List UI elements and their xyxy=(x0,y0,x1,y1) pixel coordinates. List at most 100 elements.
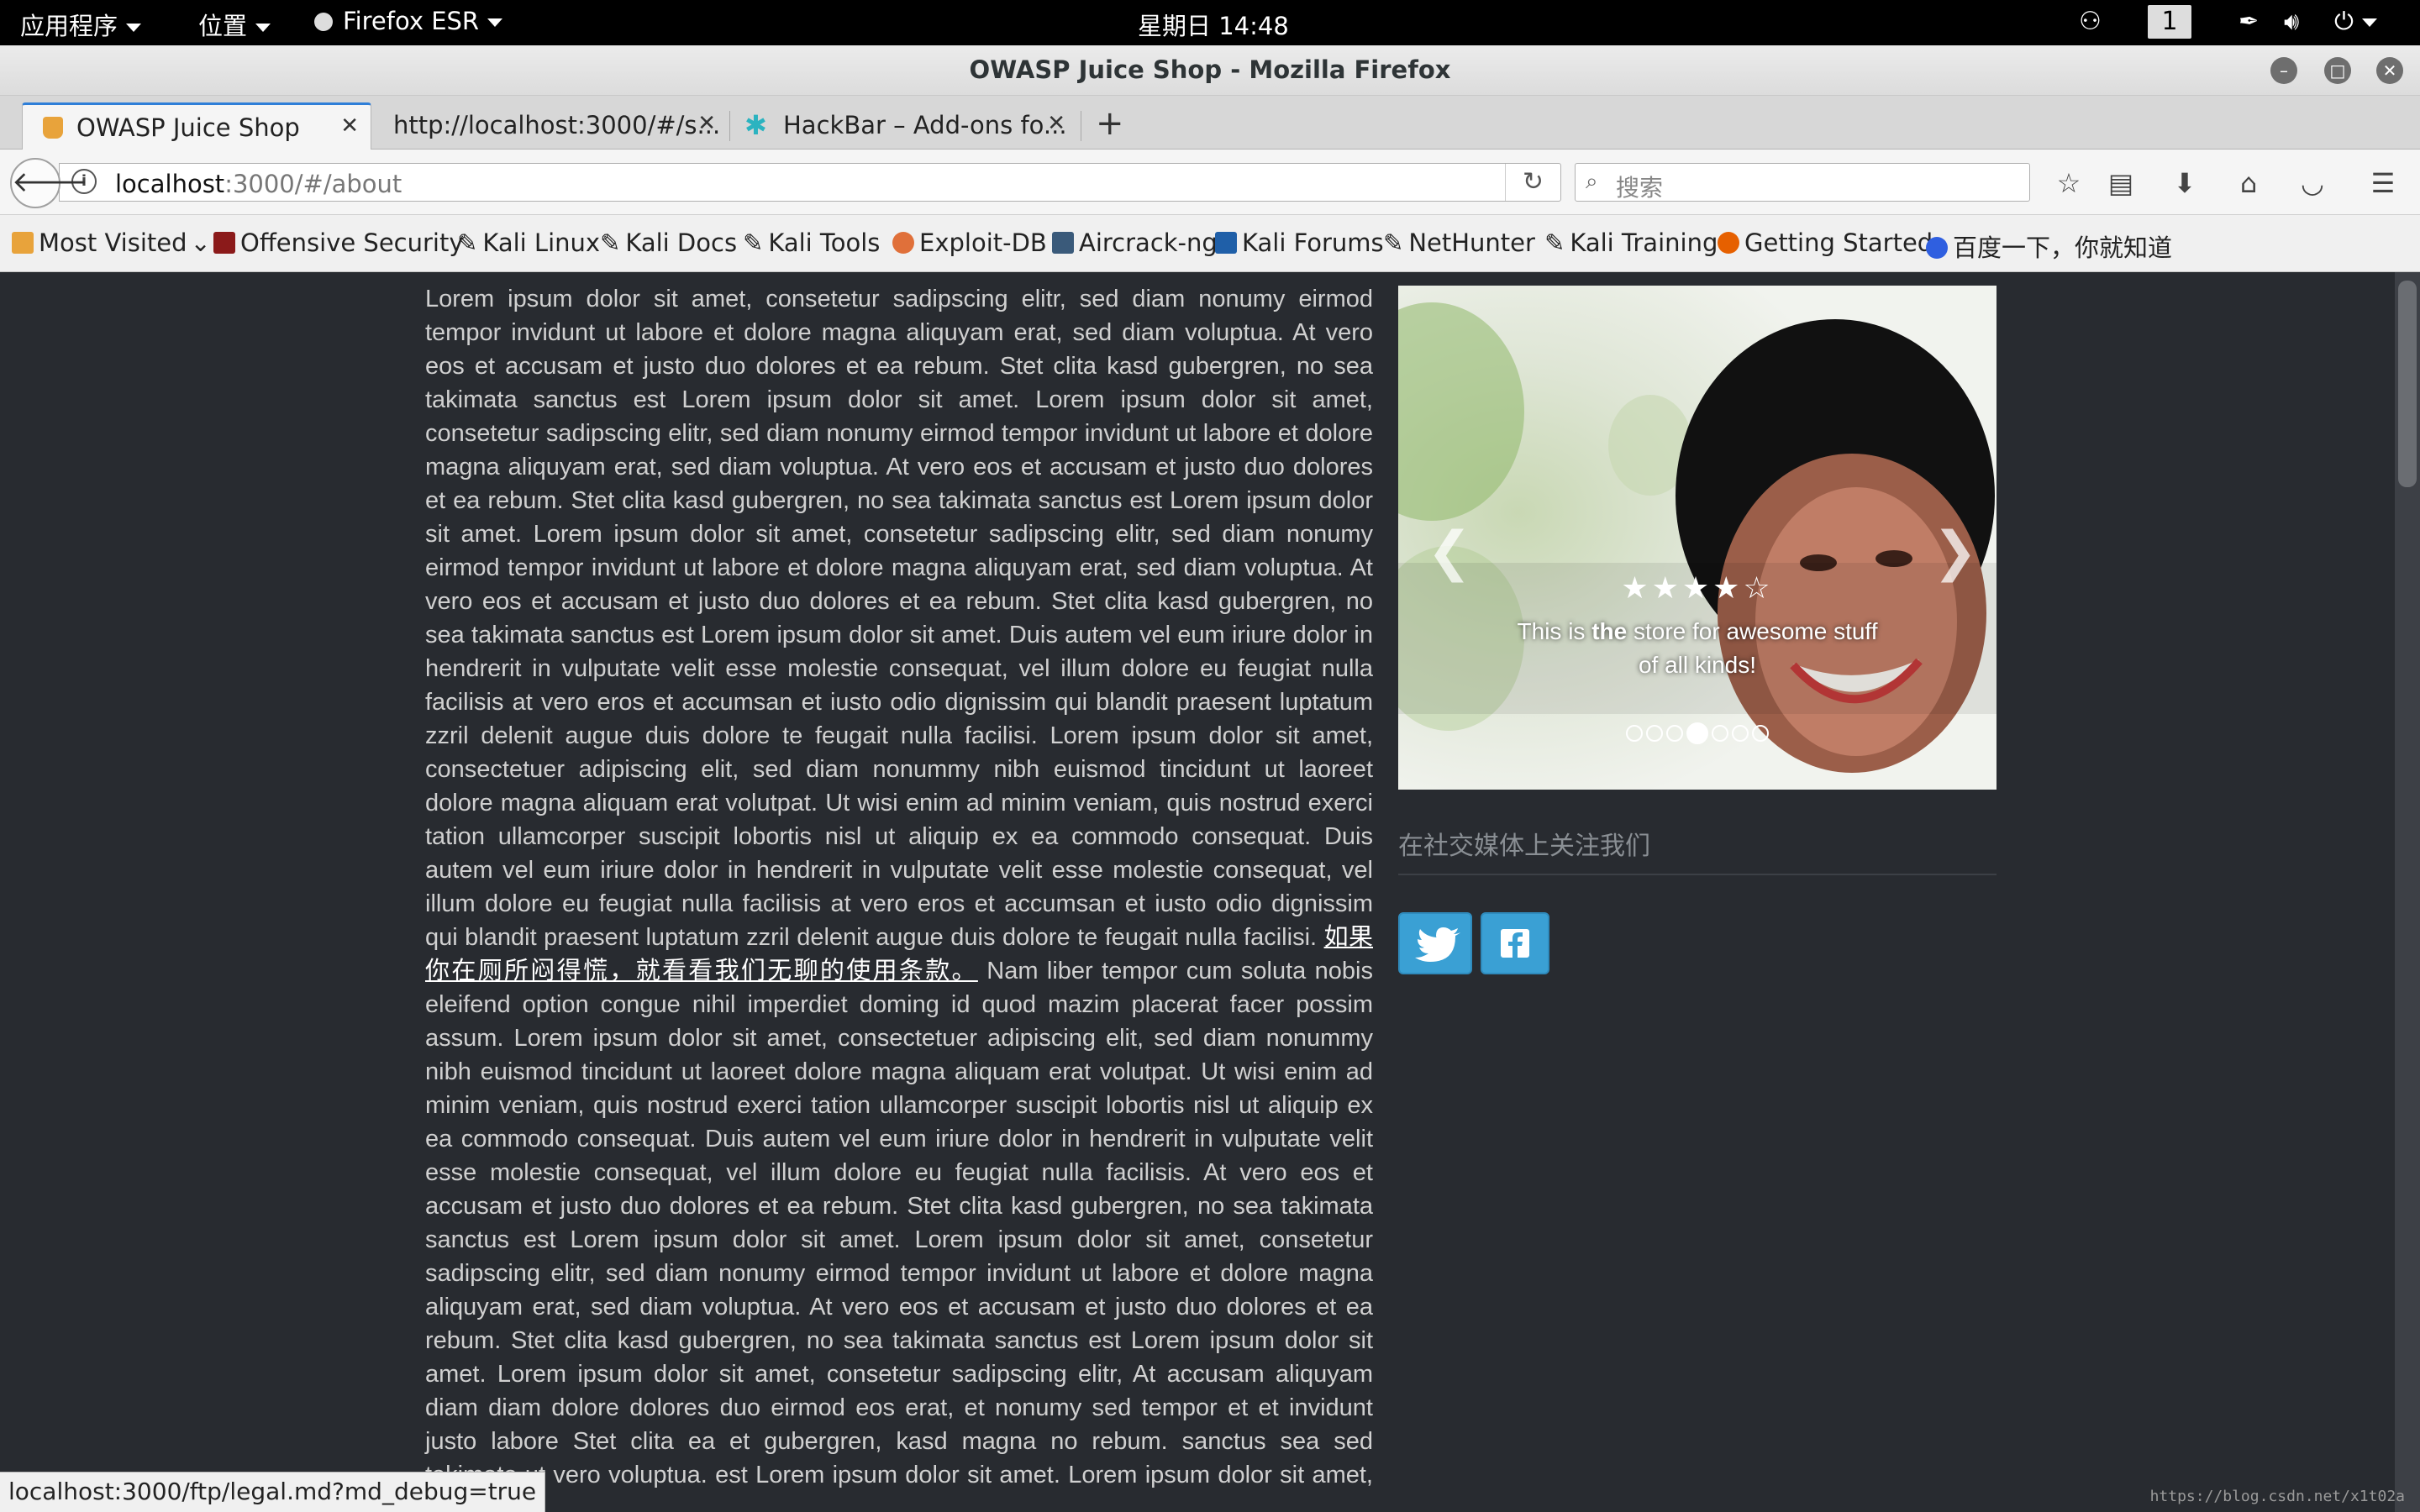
carousel-dot[interactable] xyxy=(1752,725,1769,742)
bookmark-kali-forums[interactable]: Kali Forums xyxy=(1215,228,1384,257)
search-input[interactable]: ⌕ 搜索 xyxy=(1575,163,2030,202)
bookmark-nethunter[interactable]: ✎ NetHunter xyxy=(1383,228,1535,257)
close-tab-icon[interactable]: ✕ xyxy=(340,113,359,139)
power-menu[interactable]: ⏻ xyxy=(2334,7,2377,36)
active-app-label: Firefox ESR xyxy=(343,7,480,35)
active-app-menu[interactable]: Firefox ESR xyxy=(314,7,503,35)
url-text[interactable]: localhost:3000/#/about xyxy=(115,170,402,198)
volume-icon[interactable]: 🔊︎ xyxy=(2284,7,2299,36)
workspace-indicator[interactable]: 1 xyxy=(2148,5,2191,39)
close-tab-icon[interactable]: ✕ xyxy=(697,111,716,136)
bookmark-label: Offensive Security xyxy=(240,228,464,257)
page-scrollbar[interactable] xyxy=(2395,272,2420,1512)
applications-menu[interactable]: 应用程序 xyxy=(20,7,142,42)
puzzle-icon: ✱ xyxy=(744,109,767,141)
back-button[interactable]: 🡐 xyxy=(10,158,88,208)
bookmark-getting-started[interactable]: Getting Started xyxy=(1718,228,1933,257)
carousel-dot[interactable] xyxy=(1732,725,1749,742)
places-menu[interactable]: 位置 xyxy=(198,7,271,42)
bookmark-kali-docs[interactable]: ✎ Kali Docs xyxy=(600,228,737,257)
scrollbar-thumb[interactable] xyxy=(2398,281,2417,487)
reading-list-icon[interactable]: ▤ xyxy=(2102,165,2139,202)
minimize-button[interactable]: – xyxy=(2270,57,2297,84)
bookmark-label: Getting Started xyxy=(1744,228,1933,257)
watermark: https://blog.csdn.net/x1t02a xyxy=(2149,1488,2405,1505)
firefox-icon xyxy=(314,13,333,31)
window-title: OWASP Juice Shop - Mozilla Firefox xyxy=(969,55,1451,84)
bookmark-aircrack-ng[interactable]: Aircrack-ng xyxy=(1052,228,1218,257)
kali-dragon-icon: ✎ xyxy=(457,228,478,257)
carousel-caption: This is the store for awesome stuff of a… xyxy=(1516,615,1879,682)
about-us-text: Lorem ipsum dolor sit amet, consetetur s… xyxy=(425,282,1373,1512)
tab-label: HackBar – Add-ons fo... xyxy=(783,111,1067,139)
new-tab-button[interactable]: + xyxy=(1096,104,1124,143)
close-window-button[interactable]: ✕ xyxy=(2376,57,2403,84)
bookmark-exploit-db[interactable]: Exploit-DB xyxy=(892,228,1047,257)
people-icon[interactable]: ⚇ xyxy=(2079,7,2102,36)
pen-icon[interactable]: ✒ xyxy=(2238,7,2259,35)
link-status-bar: localhost:3000/ftp/legal.md?md_debug=tru… xyxy=(0,1472,546,1512)
bookmark-label: 百度一下，你就知道 xyxy=(1953,234,2173,262)
kali-forums-icon xyxy=(1215,232,1237,254)
baidu-icon xyxy=(1926,237,1948,259)
bookmark-star-icon[interactable]: ☆ xyxy=(2050,165,2087,202)
bookmark-label: Kali Tools xyxy=(768,228,881,257)
maximize-button[interactable]: □ xyxy=(2324,57,2351,84)
chevron-down-icon xyxy=(255,24,271,32)
bookmark-label: Kali Forums xyxy=(1242,228,1384,257)
bookmark-label: Aircrack-ng xyxy=(1079,228,1218,257)
tab-localhost-search[interactable]: http://localhost:3000/#/s... ✕ xyxy=(375,102,728,150)
bookmark-baidu[interactable]: 百度一下，你就知道 xyxy=(1926,228,2172,264)
tab-hackbar[interactable]: ✱ HackBar – Add-ons fo... ✕ xyxy=(733,102,1077,150)
tab-juice-shop[interactable]: OWASP Juice Shop ✕ xyxy=(22,102,371,150)
star-rating: ★★★★☆ xyxy=(1621,571,1774,606)
carousel-dot[interactable] xyxy=(1712,725,1728,742)
hamburger-menu-icon[interactable]: ☰ xyxy=(2365,165,2402,202)
bookmark-label: Exploit-DB xyxy=(919,228,1047,257)
chevron-down-icon xyxy=(126,24,142,32)
bookmark-label: Kali Linux xyxy=(482,228,601,257)
bookmark-label: NetHunter xyxy=(1408,228,1535,257)
twitter-button[interactable] xyxy=(1398,912,1472,974)
carousel-dot[interactable] xyxy=(1666,725,1683,742)
firefox-icon xyxy=(1718,232,1739,254)
applications-menu-label: 应用程序 xyxy=(20,12,118,40)
bookmark-kali-training[interactable]: ✎ Kali Training xyxy=(1544,228,1718,257)
tab-separator xyxy=(729,111,730,141)
carousel-indicators xyxy=(1398,722,1996,745)
carousel-dot[interactable] xyxy=(1646,725,1663,742)
caption-post: store for awesome stuff of all kinds! xyxy=(1627,618,1878,678)
close-icon: ✕ xyxy=(2382,60,2397,81)
reload-icon[interactable]: ↻ xyxy=(1505,164,1560,201)
kali-dragon-icon: ✎ xyxy=(600,228,621,257)
home-icon[interactable]: ⌂ xyxy=(2230,165,2267,202)
search-icon: ⌕ xyxy=(1586,169,1598,194)
twitter-icon xyxy=(1415,927,1460,962)
divider xyxy=(1398,874,1996,875)
bookmark-kali-tools[interactable]: ✎ Kali Tools xyxy=(743,228,880,257)
tab-label: http://localhost:3000/#/s... xyxy=(393,111,721,139)
juice-shop-icon xyxy=(43,117,63,139)
close-tab-icon[interactable]: ✕ xyxy=(1047,111,1065,136)
caption-bold: the xyxy=(1591,618,1628,644)
carousel-slide-image xyxy=(1398,286,1996,790)
carousel-dot-active[interactable] xyxy=(1686,722,1708,744)
url-host: localhost xyxy=(115,170,225,198)
bookmarks-toolbar: Most Visited ⌄ Offensive Security ✎ Kali L… xyxy=(0,215,2420,272)
kali-dragon-icon: ✎ xyxy=(1544,228,1565,257)
bookmark-kali-linux[interactable]: ✎ Kali Linux xyxy=(457,228,600,257)
clock[interactable]: 星期日 14:48 xyxy=(1138,7,1289,42)
url-path: :3000/#/about xyxy=(224,170,402,198)
bookmark-most-visited[interactable]: Most Visited ⌄ xyxy=(12,228,211,257)
chevron-down-icon: ⌄ xyxy=(190,228,211,257)
downloads-icon[interactable]: ⬇ xyxy=(2166,165,2203,202)
bookmark-offensive-security[interactable]: Offensive Security xyxy=(213,228,464,257)
search-placeholder: 搜索 xyxy=(1616,174,1664,202)
carousel-dot[interactable] xyxy=(1626,725,1643,742)
facebook-button[interactable] xyxy=(1481,912,1549,974)
review-carousel: ❮ ❯ ★★★★☆ This is the store for awesome … xyxy=(1398,286,1996,790)
bookmark-label: Kali Docs xyxy=(625,228,738,257)
caption-pre: This is xyxy=(1517,618,1592,644)
address-bar[interactable]: i localhost:3000/#/about ↻ xyxy=(59,163,1561,202)
pocket-icon[interactable]: ◡ xyxy=(2294,165,2331,202)
